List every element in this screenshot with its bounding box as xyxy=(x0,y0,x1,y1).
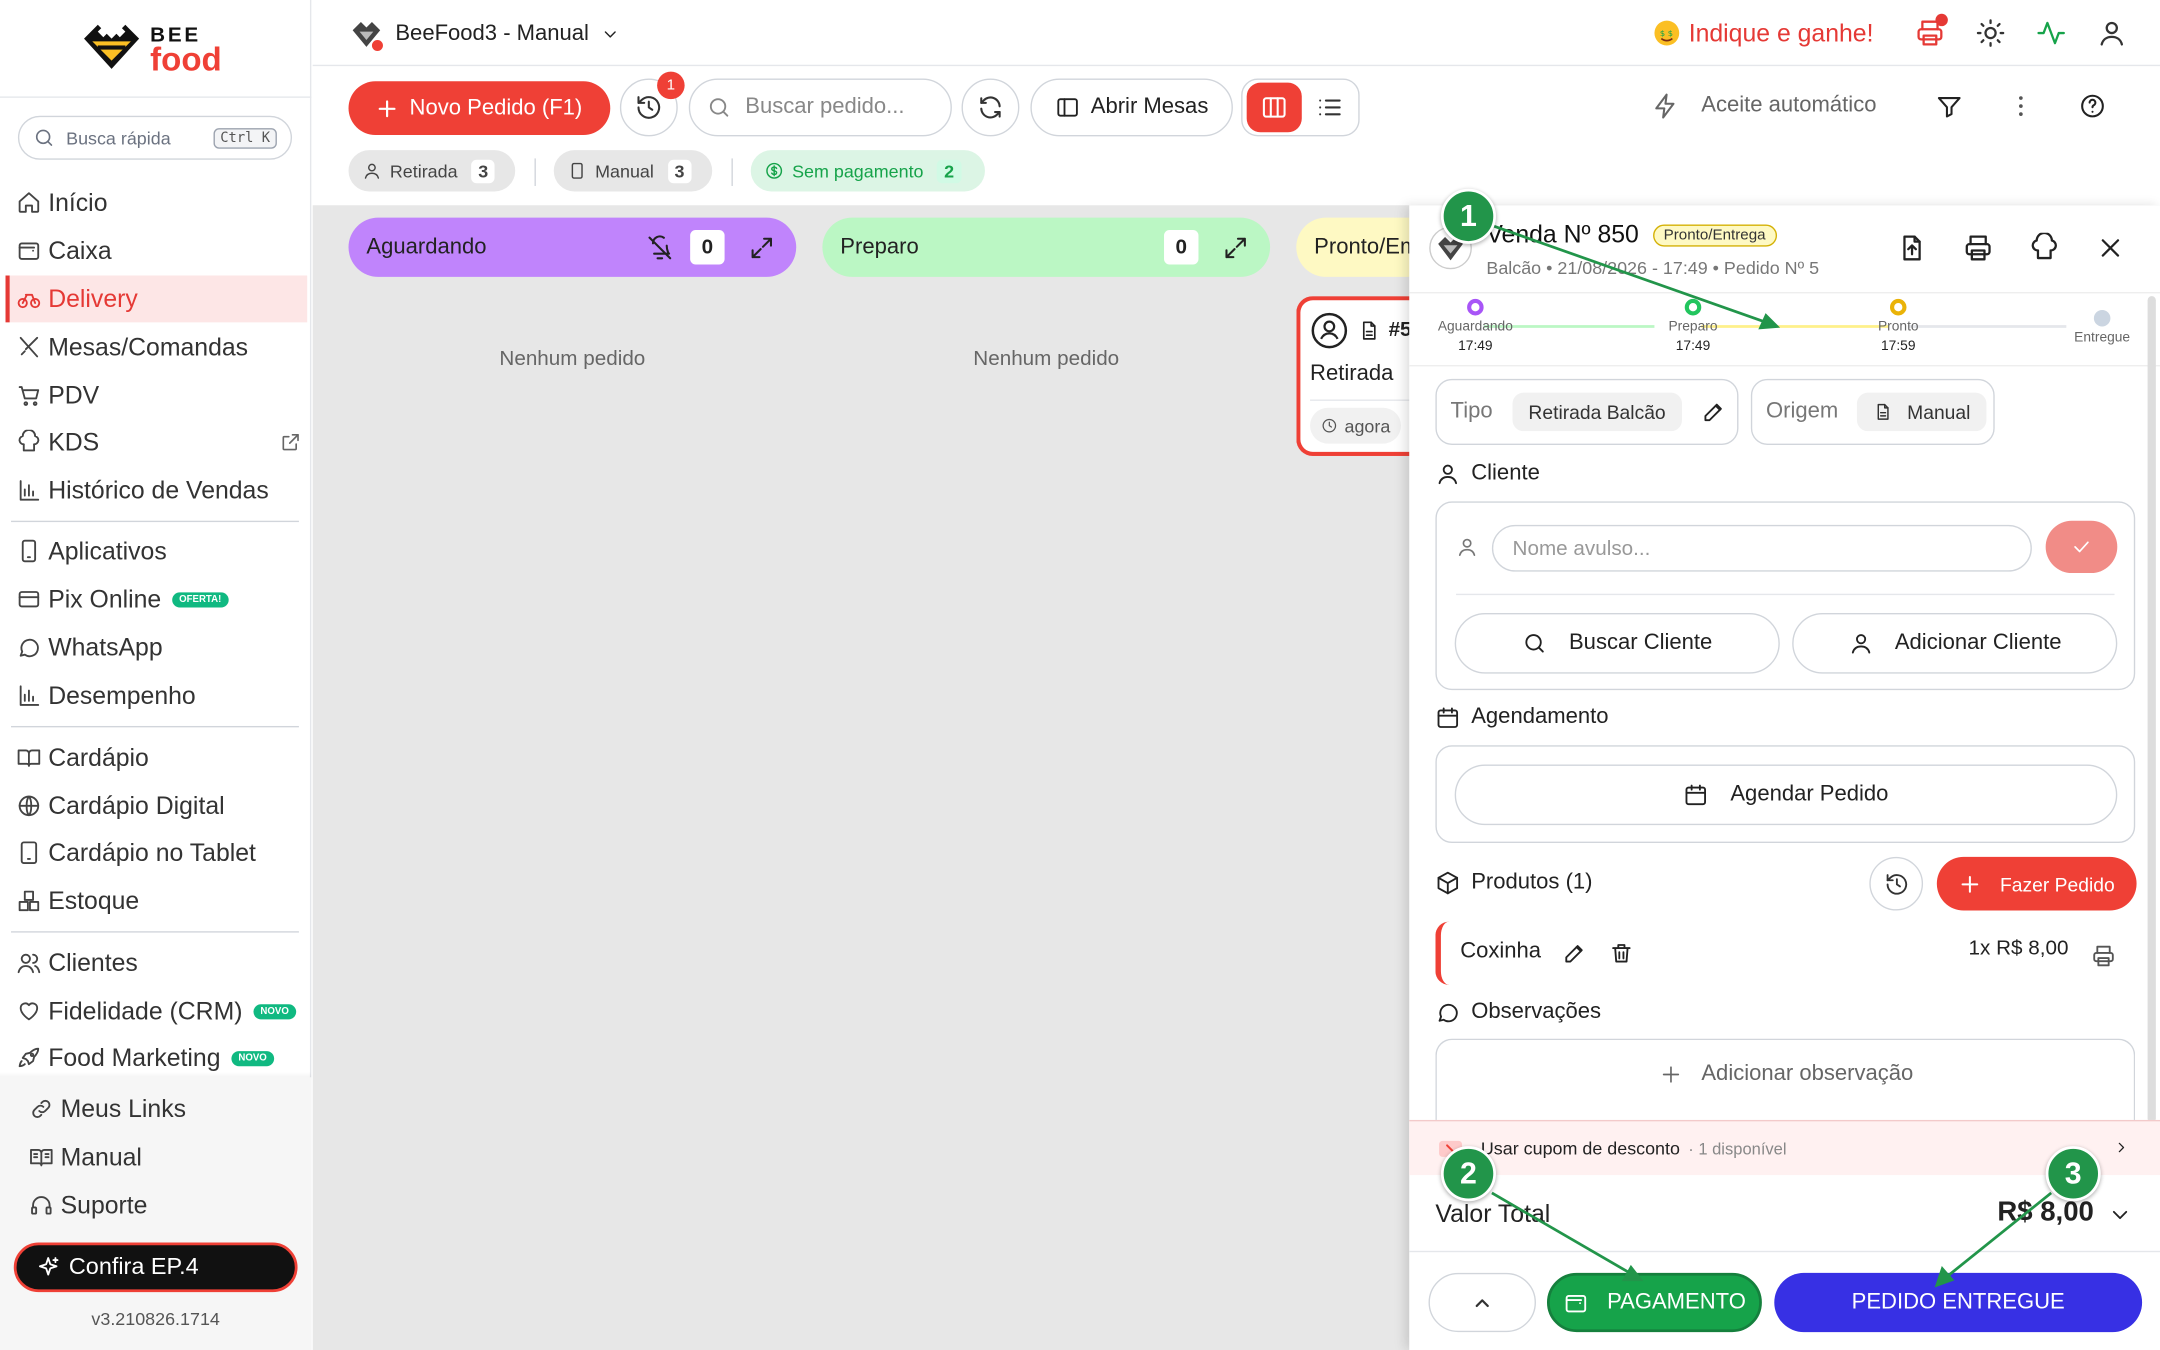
annotation-marker: 2 xyxy=(1440,1146,1497,1202)
annotation-marker: 3 xyxy=(2045,1146,2101,1202)
annotation-marker: 1 xyxy=(1440,188,1497,244)
annotation-arrows xyxy=(1491,224,2053,1288)
